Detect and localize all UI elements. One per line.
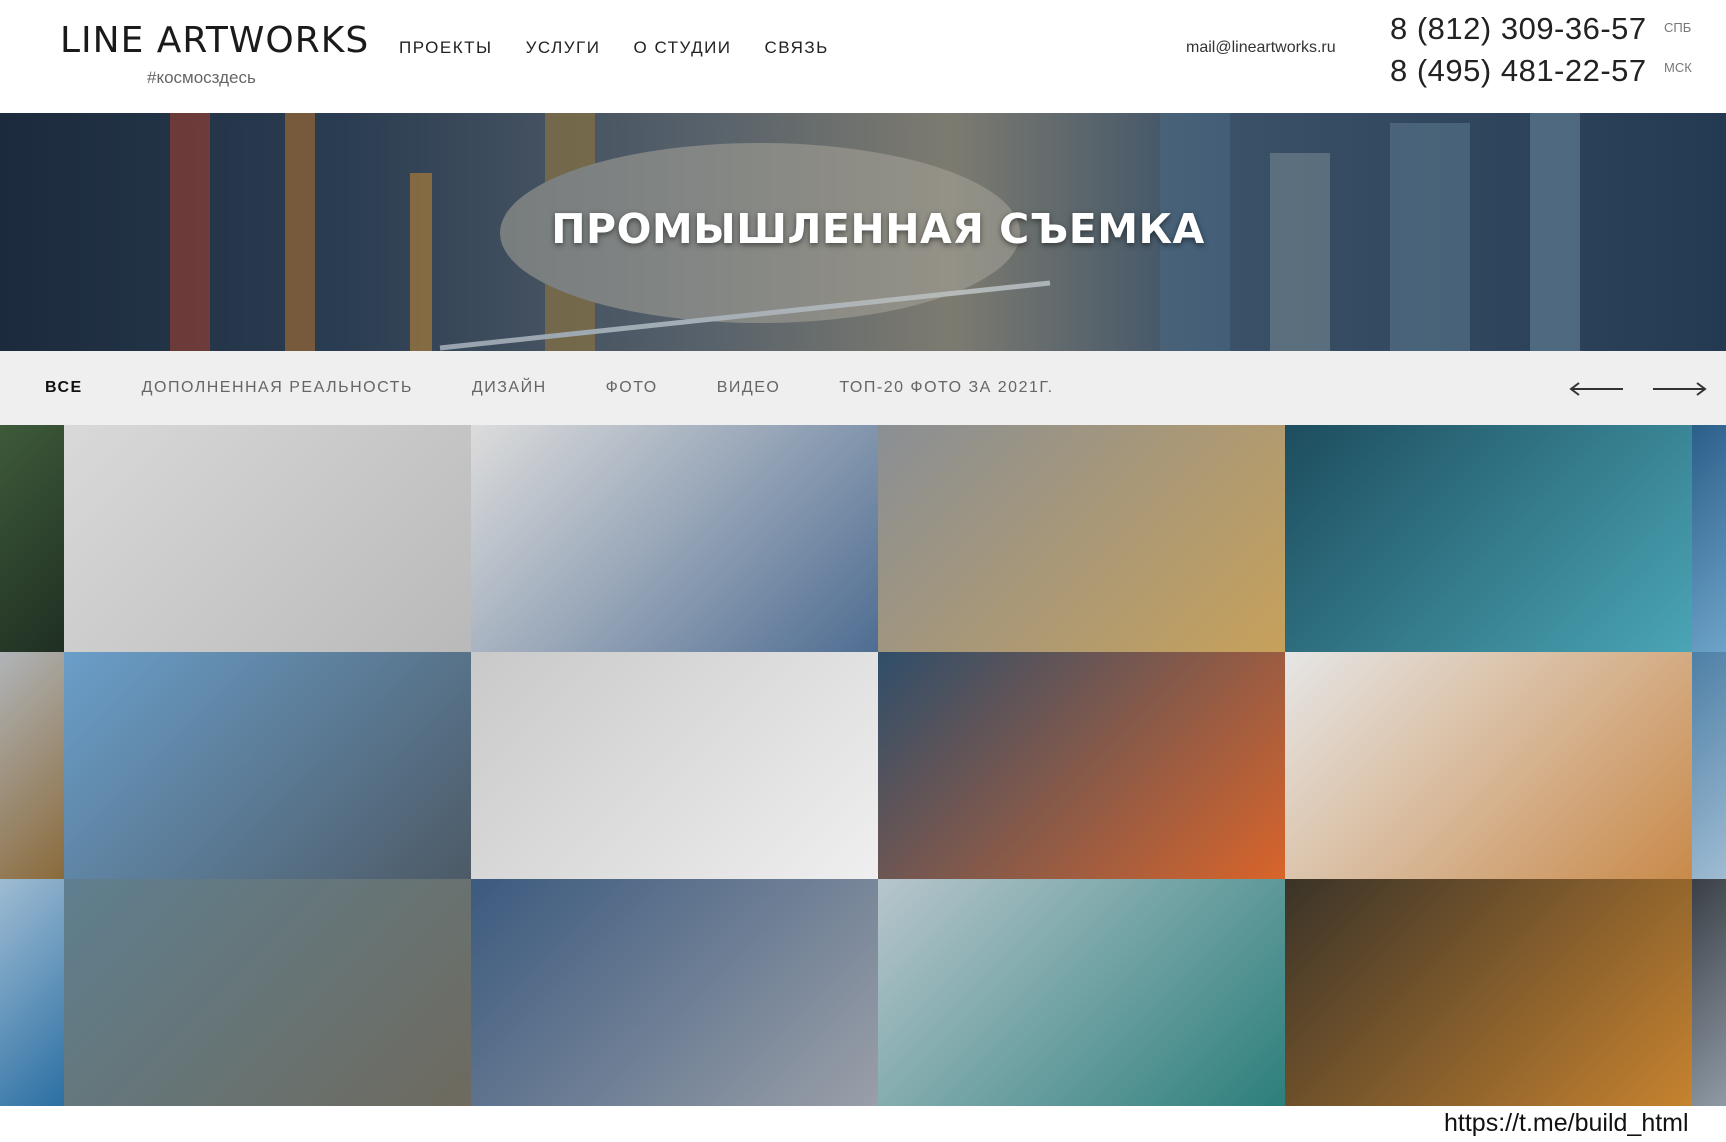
nav-item-contact[interactable]: СВЯЗЬ: [765, 38, 829, 58]
hero-title: ПРОМЫШЛЕННАЯ СЪЕМКА: [551, 205, 1205, 253]
project-image: [0, 879, 64, 1106]
site-tagline: #космосздесь: [147, 68, 256, 87]
filter-ar[interactable]: ДОПОЛНЕННАЯ РЕАЛЬНОСТЬ: [142, 379, 413, 397]
site-header: LINE ARTWORKS #космосздесь ПРОЕКТЫ УСЛУГ…: [0, 0, 1726, 113]
project-tile[interactable]: [1692, 425, 1726, 652]
project-image: [1692, 652, 1726, 879]
nav-item-about[interactable]: О СТУДИИ: [634, 38, 732, 58]
project-image: [878, 652, 1285, 879]
project-image: [1692, 879, 1726, 1106]
filter-design[interactable]: ДИЗАЙН: [472, 379, 547, 397]
project-tile[interactable]: [471, 652, 878, 879]
nav-item-services[interactable]: УСЛУГИ: [526, 38, 601, 58]
project-image: [64, 652, 471, 879]
main-nav: ПРОЕКТЫ УСЛУГИ О СТУДИИ СВЯЗЬ: [399, 38, 862, 58]
filter-top20[interactable]: ТОП-20 ФОТО ЗА 2021Г.: [839, 379, 1053, 397]
project-tile[interactable]: [878, 652, 1285, 879]
project-tile[interactable]: [471, 879, 878, 1106]
project-image: [471, 879, 878, 1106]
project-tile[interactable]: [0, 652, 64, 879]
project-image: [471, 652, 878, 879]
prev-arrow-icon[interactable]: [1567, 379, 1625, 399]
project-tile[interactable]: [1692, 879, 1726, 1106]
project-grid: [0, 425, 1726, 1106]
project-tile[interactable]: [0, 879, 64, 1106]
project-tile[interactable]: [64, 652, 471, 879]
project-tile[interactable]: [64, 879, 471, 1106]
phone-list: 8 (812) 309-36-57 8 (495) 481-22-57: [1390, 8, 1647, 92]
project-image: [0, 425, 64, 652]
project-tile[interactable]: [1285, 425, 1692, 652]
project-tile[interactable]: [1285, 879, 1692, 1106]
project-image: [878, 879, 1285, 1106]
filter-photo[interactable]: ФОТО: [606, 379, 658, 397]
next-arrow-icon[interactable]: [1651, 379, 1709, 399]
filter-all[interactable]: ВСЕ: [45, 379, 83, 397]
project-image: [471, 425, 878, 652]
hero-banner: ПРОМЫШЛЕННАЯ СЪЕМКА: [0, 113, 1726, 351]
project-image: [0, 652, 64, 879]
filter-video[interactable]: ВИДЕО: [717, 379, 781, 397]
city-label-msk: МСК: [1664, 60, 1692, 75]
project-image: [1285, 652, 1692, 879]
contact-email-link[interactable]: mail@lineartworks.ru: [1186, 39, 1336, 57]
phone-spb[interactable]: 8 (812) 309-36-57: [1390, 8, 1647, 50]
category-filter-bar: ВСЕ ДОПОЛНЕННАЯ РЕАЛЬНОСТЬ ДИЗАЙН ФОТО В…: [0, 351, 1726, 425]
project-image: [878, 425, 1285, 652]
city-label-spb: СПБ: [1664, 20, 1692, 35]
project-tile[interactable]: [878, 425, 1285, 652]
project-image: [1285, 425, 1692, 652]
project-image: [64, 425, 471, 652]
nav-item-projects[interactable]: ПРОЕКТЫ: [399, 38, 493, 58]
filter-list: ВСЕ ДОПОЛНЕННАЯ РЕАЛЬНОСТЬ ДИЗАЙН ФОТО В…: [45, 379, 1113, 397]
project-image: [1285, 879, 1692, 1106]
project-tile[interactable]: [471, 425, 878, 652]
project-tile[interactable]: [1285, 652, 1692, 879]
project-tile[interactable]: [0, 425, 64, 652]
project-tile[interactable]: [64, 425, 471, 652]
watermark-link[interactable]: https://t.me/build_html: [1444, 1109, 1689, 1138]
project-tile[interactable]: [1692, 652, 1726, 879]
project-image: [1692, 425, 1726, 652]
project-image: [64, 879, 471, 1106]
site-logo[interactable]: LINE ARTWORKS: [60, 20, 369, 61]
project-tile[interactable]: [878, 879, 1285, 1106]
phone-msk[interactable]: 8 (495) 481-22-57: [1390, 50, 1647, 92]
